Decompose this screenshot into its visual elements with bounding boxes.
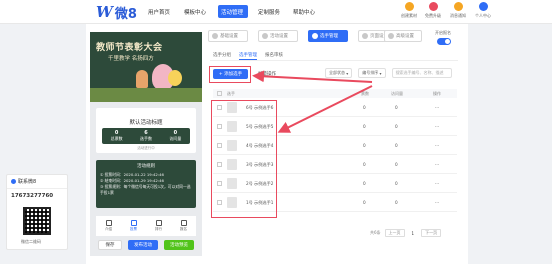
annotation-arrows <box>252 70 373 133</box>
arrow-to-player-list <box>277 85 373 133</box>
arrow-to-add-button <box>252 70 373 83</box>
